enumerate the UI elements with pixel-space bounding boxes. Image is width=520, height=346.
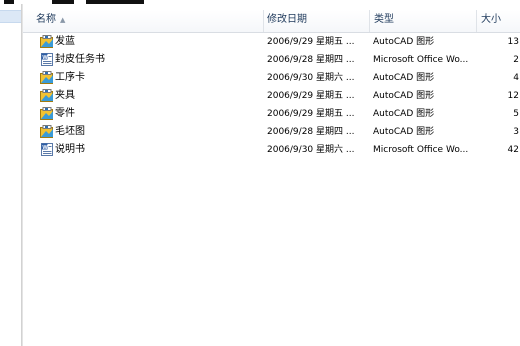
file-modified-date: 2006/9/29 星期五 ... [267,37,355,47]
file-type: AutoCAD 图形 [373,73,435,83]
autocad-drawing-icon [40,35,54,48]
file-row[interactable]: 工序卡 2006/9/30 星期六 ... AutoCAD 图形 4 [23,69,520,87]
column-header-modified[interactable]: 修改日期 [263,10,369,32]
column-header-type-label: 类型 [374,14,394,25]
column-header-row: 名称 ▲ 修改日期 类型 大小 [23,10,520,33]
file-type: AutoCAD 图形 [373,91,435,101]
file-name: 说明书 [55,144,85,155]
explorer-window: 名称 ▲ 修改日期 类型 大小 发蓝 2006/9/29 星期五 ... AutoCA… [0,0,520,346]
autocad-drawing-icon [40,107,54,120]
file-size: 3 [513,127,519,137]
file-name: 封皮任务书 [55,54,105,65]
file-name: 零件 [55,108,75,119]
file-row[interactable]: 毛坯图 2006/9/28 星期四 ... AutoCAD 图形 3 [23,123,520,141]
autocad-drawing-icon [40,71,54,84]
file-row[interactable]: W 封皮任务书 2006/9/28 星期四 ... Microsoft Office … [23,51,520,69]
file-name: 夹具 [55,90,75,101]
file-row[interactable]: 发蓝 2006/9/29 星期五 ... AutoCAD 图形 13 [23,33,520,51]
file-type: Microsoft Office Wo... [373,55,469,65]
autocad-drawing-icon [40,89,54,102]
word-document-icon: W [40,53,54,66]
sort-ascending-icon: ▲ [60,16,66,24]
file-modified-date: 2006/9/29 星期五 ... [267,109,355,119]
file-size: 2 [513,55,519,65]
navigation-pane[interactable] [0,4,21,346]
file-modified-date: 2006/9/30 星期六 ... [267,145,355,155]
svg-text:W: W [42,55,48,61]
column-header-name[interactable]: 名称 ▲ [23,10,263,32]
word-document-icon: W [40,143,54,156]
autocad-drawing-icon [40,125,54,138]
file-type: AutoCAD 图形 [373,37,435,47]
navigation-selected-item[interactable] [0,10,21,23]
file-row[interactable]: 夹具 2006/9/29 星期五 ... AutoCAD 图形 12 [23,87,520,105]
file-modified-date: 2006/9/30 星期六 ... [267,73,355,83]
file-modified-date: 2006/9/28 星期四 ... [267,127,355,137]
file-size: 13 [507,37,519,47]
column-header-size-label: 大小 [481,14,501,25]
file-size: 42 [507,145,519,155]
file-name: 毛坯图 [55,126,85,137]
file-list[interactable]: 名称 ▲ 修改日期 类型 大小 发蓝 2006/9/29 星期五 ... AutoCA… [23,4,520,346]
file-row[interactable]: W 说明书 2006/9/30 星期六 ... Microsoft Office Wo… [23,141,520,159]
file-type: Microsoft Office Wo... [373,145,469,155]
file-name: 发蓝 [55,36,75,47]
file-size: 4 [513,73,519,83]
file-name: 工序卡 [55,72,85,83]
column-header-modified-label: 修改日期 [267,14,307,25]
column-header-size[interactable]: 大小 [476,10,520,32]
svg-text:W: W [42,145,48,151]
column-header-name-label: 名称 [36,14,56,25]
column-header-type[interactable]: 类型 [369,10,476,32]
file-size: 5 [513,109,519,119]
file-modified-date: 2006/9/29 星期五 ... [267,91,355,101]
file-type: AutoCAD 图形 [373,127,435,137]
file-modified-date: 2006/9/28 星期四 ... [267,55,355,65]
file-type: AutoCAD 图形 [373,109,435,119]
file-row[interactable]: 零件 2006/9/29 星期五 ... AutoCAD 图形 5 [23,105,520,123]
file-size: 12 [507,91,519,101]
